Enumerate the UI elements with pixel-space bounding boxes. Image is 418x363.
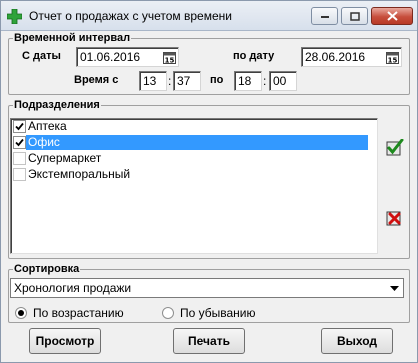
date-from-value: 01.06.2016 (80, 50, 141, 64)
preview-button[interactable]: Просмотр (29, 328, 101, 354)
dropdown-arrow-button[interactable] (386, 279, 403, 297)
maximize-button[interactable] (341, 7, 368, 25)
interval-legend: Временной интервал (13, 31, 132, 45)
time-to-hour-value: 18 (238, 74, 252, 88)
sort-descending-option[interactable]: По убыванию (162, 306, 256, 320)
time-to-minute-value: 00 (273, 74, 287, 88)
maximize-icon (349, 11, 360, 21)
sort-ascending-label: По возрастанию (33, 306, 124, 320)
time-from-colon: : (168, 74, 172, 88)
window-title: Отчет о продажах с учетом времени (29, 9, 232, 23)
time-from-hour-value: 13 (143, 74, 157, 88)
departments-list[interactable]: Аптека Офис Супермаркет Экстемпоральный (10, 118, 378, 254)
radio-dot (18, 310, 24, 316)
minimize-icon (320, 16, 329, 18)
checkbox[interactable] (13, 120, 26, 133)
checkmark-icon (15, 138, 24, 147)
date-to-label: по дату (233, 50, 275, 62)
department-label: Аптека (28, 119, 67, 133)
sort-descending-label: По убыванию (180, 306, 256, 320)
calendar-icon: 15 (162, 51, 176, 64)
department-item-supermarket[interactable]: Супермаркет (13, 151, 375, 166)
time-to-label: по (210, 74, 224, 86)
time-from-minute-field[interactable]: 37 (173, 71, 201, 91)
department-label: Супермаркет (28, 151, 102, 165)
radio-descending[interactable] (162, 307, 174, 319)
print-button[interactable]: Печать (173, 328, 245, 354)
time-from-hour-field[interactable]: 13 (139, 71, 167, 91)
departments-legend: Подразделения (13, 98, 101, 112)
date-to-calendar-button[interactable]: 15 (384, 49, 400, 65)
check-all-icon (386, 138, 404, 155)
department-item-office[interactable]: Офис (13, 135, 375, 150)
department-item-apteka[interactable]: Аптека (13, 119, 375, 134)
checkbox[interactable] (13, 152, 26, 165)
time-to-minute-field[interactable]: 00 (269, 71, 297, 91)
time-from-label: Время с (74, 74, 119, 86)
date-from-label: С даты (22, 50, 61, 62)
chevron-down-icon (390, 285, 399, 291)
checkmark-icon (15, 122, 24, 131)
date-to-value: 28.06.2016 (305, 50, 366, 64)
department-label: Офис (26, 135, 368, 150)
time-from-minute-value: 37 (177, 74, 191, 88)
sorting-select[interactable]: Хронология продажи (10, 278, 404, 298)
sorting-selected-value: Хронология продажи (14, 281, 132, 295)
check-all-button[interactable] (384, 136, 406, 158)
exit-button[interactable]: Выход (321, 328, 393, 354)
checkbox[interactable] (13, 136, 26, 149)
time-to-colon: : (263, 74, 267, 88)
department-item-extemporal[interactable]: Экстемпоральный (13, 167, 375, 182)
minimize-button[interactable] (311, 7, 338, 25)
sorting-legend: Сортировка (13, 262, 81, 276)
svg-text:15: 15 (164, 56, 174, 64)
calendar-icon: 15 (385, 51, 399, 64)
uncheck-all-icon (386, 211, 401, 225)
title-bar[interactable]: Отчет о продажах с учетом времени (1, 1, 417, 31)
checkbox[interactable] (13, 168, 26, 181)
svg-text:15: 15 (387, 56, 397, 64)
report-window: Отчет о продажах с учетом времени Времен… (0, 0, 418, 363)
app-cross-icon (7, 9, 22, 24)
sort-ascending-option[interactable]: По возрастанию (15, 306, 124, 320)
close-icon (386, 11, 398, 21)
time-to-hour-field[interactable]: 18 (234, 71, 262, 91)
uncheck-all-button[interactable] (384, 206, 406, 228)
department-label: Экстемпоральный (28, 167, 131, 181)
radio-ascending[interactable] (15, 307, 27, 319)
close-button[interactable] (371, 7, 413, 25)
date-from-calendar-button[interactable]: 15 (161, 49, 177, 65)
